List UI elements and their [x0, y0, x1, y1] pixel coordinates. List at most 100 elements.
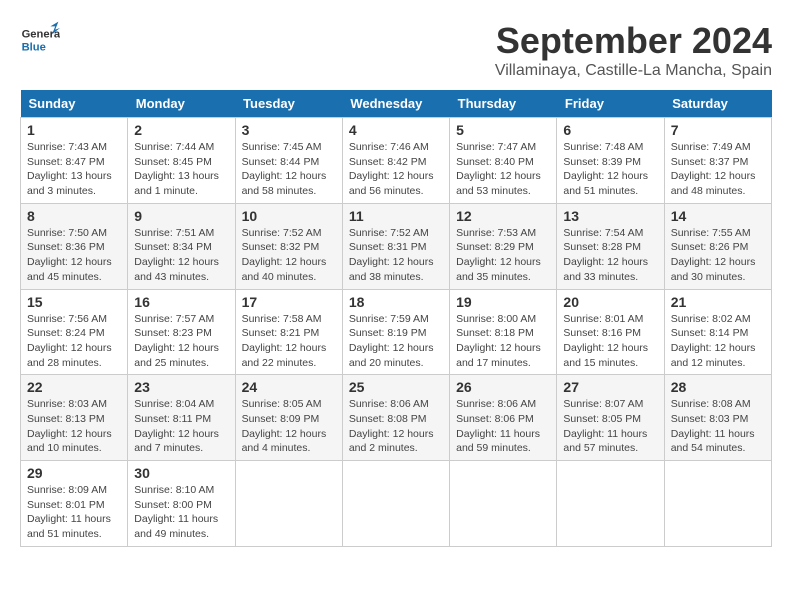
day-detail: Sunrise: 7:48 AMSunset: 8:39 PMDaylight:… — [563, 140, 657, 199]
day-cell-17: 17 Sunrise: 7:58 AMSunset: 8:21 PMDayligh… — [235, 289, 342, 375]
day-number: 1 — [27, 122, 121, 138]
day-cell-30: 30 Sunrise: 8:10 AMSunset: 8:00 PMDayligh… — [128, 461, 235, 547]
weekday-header-tuesday: Tuesday — [235, 90, 342, 118]
day-detail: Sunrise: 7:47 AMSunset: 8:40 PMDaylight:… — [456, 140, 550, 199]
day-detail: Sunrise: 7:52 AMSunset: 8:31 PMDaylight:… — [349, 226, 443, 285]
day-number: 4 — [349, 122, 443, 138]
day-number: 15 — [27, 294, 121, 310]
title-section: September 2024 Villaminaya, Castille-La … — [495, 20, 772, 80]
day-cell-6: 6 Sunrise: 7:48 AMSunset: 8:39 PMDaylight… — [557, 118, 664, 204]
day-number: 14 — [671, 208, 765, 224]
day-detail: Sunrise: 7:59 AMSunset: 8:19 PMDaylight:… — [349, 312, 443, 371]
calendar-week-1: 1Sunrise: 7:43 AMSunset: 8:47 PMDaylight… — [21, 118, 772, 204]
day-number: 22 — [27, 379, 121, 395]
day-cell-11: 11 Sunrise: 7:52 AMSunset: 8:31 PMDayligh… — [342, 203, 449, 289]
day-cell-15: 15 Sunrise: 7:56 AMSunset: 8:24 PMDayligh… — [21, 289, 128, 375]
day-cell-27: 27 Sunrise: 8:07 AMSunset: 8:05 PMDayligh… — [557, 375, 664, 461]
day-detail: Sunrise: 8:06 AMSunset: 8:08 PMDaylight:… — [349, 397, 443, 456]
day-detail: Sunrise: 8:09 AMSunset: 8:01 PMDaylight:… — [27, 483, 121, 542]
day-number: 6 — [563, 122, 657, 138]
day-detail: Sunrise: 8:06 AMSunset: 8:06 PMDaylight:… — [456, 397, 550, 456]
day-number: 19 — [456, 294, 550, 310]
day-detail: Sunrise: 7:49 AMSunset: 8:37 PMDaylight:… — [671, 140, 765, 199]
day-cell-5: 5 Sunrise: 7:47 AMSunset: 8:40 PMDaylight… — [450, 118, 557, 204]
day-number: 11 — [349, 208, 443, 224]
day-number: 8 — [27, 208, 121, 224]
day-cell-24: 24Sunrise: 8:05 AMSunset: 8:09 PMDayligh… — [235, 375, 342, 461]
day-detail: Sunrise: 8:02 AMSunset: 8:14 PMDaylight:… — [671, 312, 765, 371]
logo: General Blue — [20, 20, 64, 60]
day-detail: Sunrise: 7:56 AMSunset: 8:24 PMDaylight:… — [27, 312, 121, 371]
day-number: 3 — [242, 122, 336, 138]
day-detail: Sunrise: 8:00 AMSunset: 8:18 PMDaylight:… — [456, 312, 550, 371]
day-detail: Sunrise: 8:03 AMSunset: 8:13 PMDaylight:… — [27, 397, 121, 456]
day-number: 23 — [134, 379, 228, 395]
calendar-week-4: 22 Sunrise: 8:03 AMSunset: 8:13 PMDayligh… — [21, 375, 772, 461]
day-number: 28 — [671, 379, 765, 395]
day-number: 18 — [349, 294, 443, 310]
calendar-week-2: 8Sunrise: 7:50 AMSunset: 8:36 PMDaylight… — [21, 203, 772, 289]
day-cell-25: 25 Sunrise: 8:06 AMSunset: 8:08 PMDayligh… — [342, 375, 449, 461]
day-detail: Sunrise: 7:58 AMSunset: 8:21 PMDaylight:… — [242, 312, 336, 371]
day-cell-8: 8Sunrise: 7:50 AMSunset: 8:36 PMDaylight… — [21, 203, 128, 289]
day-detail: Sunrise: 8:01 AMSunset: 8:16 PMDaylight:… — [563, 312, 657, 371]
day-number: 20 — [563, 294, 657, 310]
day-cell-18: 18 Sunrise: 7:59 AMSunset: 8:19 PMDayligh… — [342, 289, 449, 375]
day-number: 29 — [27, 465, 121, 481]
day-cell-23: 23 Sunrise: 8:04 AMSunset: 8:11 PMDayligh… — [128, 375, 235, 461]
weekday-header-wednesday: Wednesday — [342, 90, 449, 118]
day-detail: Sunrise: 7:53 AMSunset: 8:29 PMDaylight:… — [456, 226, 550, 285]
day-number: 30 — [134, 465, 228, 481]
day-detail: Sunrise: 7:52 AMSunset: 8:32 PMDaylight:… — [242, 226, 336, 285]
day-cell-7: 7 Sunrise: 7:49 AMSunset: 8:37 PMDaylight… — [664, 118, 771, 204]
day-cell-2: 2 Sunrise: 7:44 AMSunset: 8:45 PMDaylight… — [128, 118, 235, 204]
day-cell-13: 13Sunrise: 7:54 AMSunset: 8:28 PMDayligh… — [557, 203, 664, 289]
day-detail: Sunrise: 8:10 AMSunset: 8:00 PMDaylight:… — [134, 483, 228, 542]
day-number: 5 — [456, 122, 550, 138]
day-cell-1: 1Sunrise: 7:43 AMSunset: 8:47 PMDaylight… — [21, 118, 128, 204]
day-number: 24 — [242, 379, 336, 395]
day-number: 12 — [456, 208, 550, 224]
day-detail: Sunrise: 8:07 AMSunset: 8:05 PMDaylight:… — [563, 397, 657, 456]
day-cell-19: 19 Sunrise: 8:00 AMSunset: 8:18 PMDayligh… — [450, 289, 557, 375]
day-number: 17 — [242, 294, 336, 310]
day-detail: Sunrise: 7:55 AMSunset: 8:26 PMDaylight:… — [671, 226, 765, 285]
day-cell-10: 10Sunrise: 7:52 AMSunset: 8:32 PMDayligh… — [235, 203, 342, 289]
day-cell-14: 14 Sunrise: 7:55 AMSunset: 8:26 PMDayligh… — [664, 203, 771, 289]
day-cell-21: 21 Sunrise: 8:02 AMSunset: 8:14 PMDayligh… — [664, 289, 771, 375]
day-number: 2 — [134, 122, 228, 138]
weekday-header-row: SundayMondayTuesdayWednesdayThursdayFrid… — [21, 90, 772, 118]
day-cell-4: 4 Sunrise: 7:46 AMSunset: 8:42 PMDaylight… — [342, 118, 449, 204]
day-detail: Sunrise: 8:08 AMSunset: 8:03 PMDaylight:… — [671, 397, 765, 456]
day-cell-20: 20 Sunrise: 8:01 AMSunset: 8:16 PMDayligh… — [557, 289, 664, 375]
day-cell-22: 22 Sunrise: 8:03 AMSunset: 8:13 PMDayligh… — [21, 375, 128, 461]
day-number: 7 — [671, 122, 765, 138]
day-detail: Sunrise: 8:04 AMSunset: 8:11 PMDaylight:… — [134, 397, 228, 456]
calendar-table: SundayMondayTuesdayWednesdayThursdayFrid… — [20, 90, 772, 547]
day-cell-29: 29 Sunrise: 8:09 AMSunset: 8:01 PMDayligh… — [21, 461, 128, 547]
day-cell-3: 3 Sunrise: 7:45 AMSunset: 8:44 PMDaylight… — [235, 118, 342, 204]
empty-cell — [664, 461, 771, 547]
day-number: 9 — [134, 208, 228, 224]
day-detail: Sunrise: 7:51 AMSunset: 8:34 PMDaylight:… — [134, 226, 228, 285]
day-number: 21 — [671, 294, 765, 310]
day-detail: Sunrise: 7:57 AMSunset: 8:23 PMDaylight:… — [134, 312, 228, 371]
day-cell-28: 28 Sunrise: 8:08 AMSunset: 8:03 PMDayligh… — [664, 375, 771, 461]
day-cell-16: 16Sunrise: 7:57 AMSunset: 8:23 PMDayligh… — [128, 289, 235, 375]
day-cell-12: 12 Sunrise: 7:53 AMSunset: 8:29 PMDayligh… — [450, 203, 557, 289]
day-detail: Sunrise: 7:44 AMSunset: 8:45 PMDaylight:… — [134, 140, 228, 199]
empty-cell — [235, 461, 342, 547]
weekday-header-friday: Friday — [557, 90, 664, 118]
day-detail: Sunrise: 7:46 AMSunset: 8:42 PMDaylight:… — [349, 140, 443, 199]
day-number: 27 — [563, 379, 657, 395]
location: Villaminaya, Castille-La Mancha, Spain — [495, 62, 772, 80]
day-number: 26 — [456, 379, 550, 395]
empty-cell — [557, 461, 664, 547]
day-number: 13 — [563, 208, 657, 224]
calendar-week-5: 29 Sunrise: 8:09 AMSunset: 8:01 PMDayligh… — [21, 461, 772, 547]
calendar-week-3: 15 Sunrise: 7:56 AMSunset: 8:24 PMDayligh… — [21, 289, 772, 375]
day-number: 25 — [349, 379, 443, 395]
weekday-header-thursday: Thursday — [450, 90, 557, 118]
month-title: September 2024 — [495, 20, 772, 62]
day-detail: Sunrise: 7:45 AMSunset: 8:44 PMDaylight:… — [242, 140, 336, 199]
